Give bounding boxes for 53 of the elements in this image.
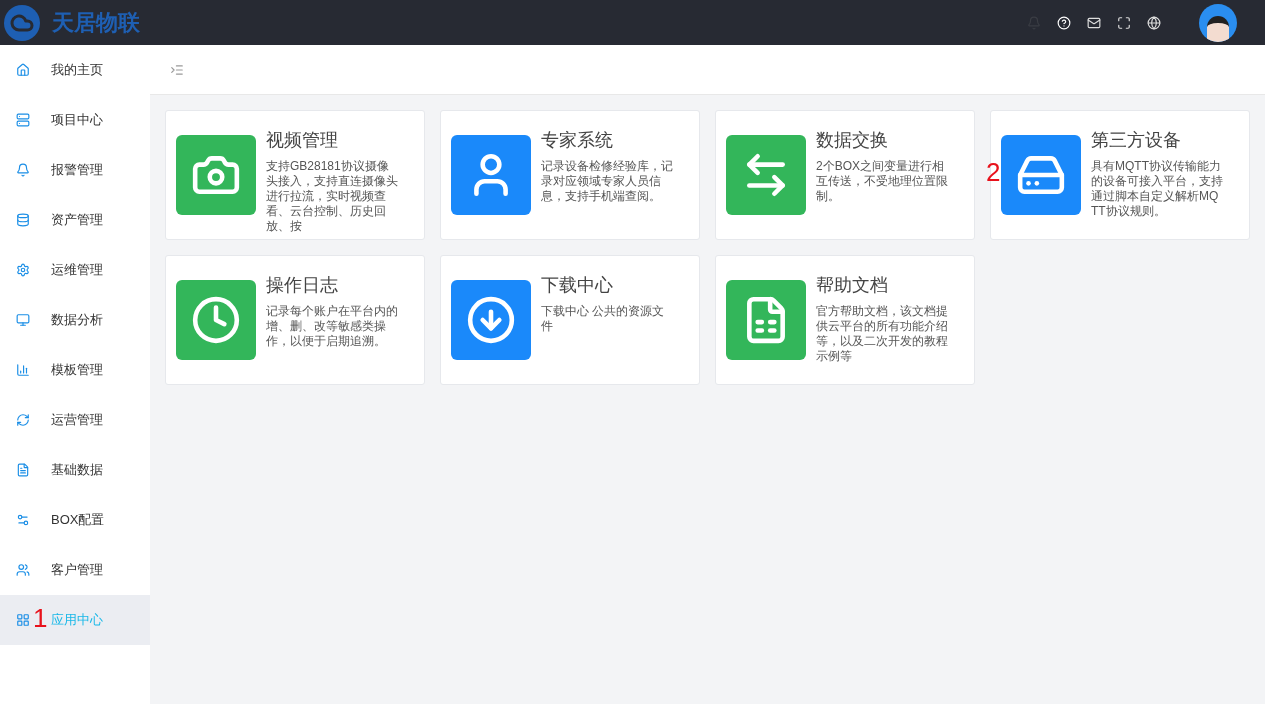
bell-icon	[16, 163, 30, 177]
monitor-icon	[16, 313, 30, 327]
logo-icon	[4, 4, 40, 41]
help-icon[interactable]	[1057, 15, 1071, 30]
app-card[interactable]: 数据交换 2个BOX之间变量进行相互传送，不受地理位置限制。	[715, 110, 975, 240]
app-card[interactable]: 帮助文档 官方帮助文档，该文档提供云平台的所有功能介绍等，以及二次开发的教程示例等	[715, 255, 975, 385]
app-description: 支持GB28181协议摄像头接入，支持直连摄像头进行拉流，实时视频查看、云台控制、历史回放、按	[266, 159, 399, 234]
sidebar-item[interactable]: 运营管理	[0, 395, 150, 445]
users-icon	[16, 563, 30, 577]
globe-icon[interactable]	[1147, 15, 1161, 30]
sidebar-item[interactable]: 客户管理	[0, 545, 150, 595]
fullscreen-icon[interactable]	[1117, 15, 1131, 30]
app-title: 帮助文档	[816, 274, 889, 296]
mail-icon[interactable]	[1087, 15, 1101, 30]
app-description: 2个BOX之间变量进行相互传送，不受地理位置限制。	[816, 159, 949, 204]
sidebar-item[interactable]: 报警管理	[0, 145, 150, 195]
app-title: 专家系统	[541, 129, 614, 151]
app-description: 官方帮助文档，该文档提供云平台的所有功能介绍等，以及二次开发的教程示例等	[816, 304, 949, 364]
settings-icon	[16, 513, 30, 527]
app-title: 视频管理	[266, 129, 339, 151]
app-description: 具有MQTT协议传输能力的设备可接入平台，支持通过脚本自定义解析MQTT协议规则。	[1091, 159, 1224, 219]
server-icon	[16, 113, 30, 127]
app-description: 下载中心 公共的资源文件	[541, 304, 666, 334]
gear-icon	[16, 263, 30, 277]
app-card[interactable]: 视频管理 支持GB28181协议摄像头接入，支持直连摄像头进行拉流，实时视频查看、云台控制、历史回放、按	[165, 110, 425, 240]
sidebar-item[interactable]: 模板管理	[0, 345, 150, 395]
grid-icon	[16, 613, 30, 627]
logo-text: 天居物联	[52, 9, 140, 37]
sidebar-item[interactable]: 基础数据	[0, 445, 150, 495]
clock-icon	[191, 295, 241, 345]
refresh-icon	[16, 413, 30, 427]
app-card[interactable]: 操作日志 记录每个账户在平台内的增、删、改等敏感类操作，以便于启期追溯。	[165, 255, 425, 385]
app-description: 记录每个账户在平台内的增、删、改等敏感类操作，以便于启期追溯。	[266, 304, 399, 349]
sidebar-item[interactable]: BOX配置	[0, 495, 150, 545]
app-description: 记录设备检修经验库，记录对应领域专家人员信息，支持手机端查阅。	[541, 159, 674, 204]
sidebar-item[interactable]: 我的主页	[0, 45, 150, 95]
sidebar-item[interactable]: 运维管理	[0, 245, 150, 295]
download-icon	[466, 295, 516, 345]
app-title: 第三方设备	[1091, 129, 1182, 151]
bar-chart-icon	[16, 363, 30, 377]
app-title: 数据交换	[816, 129, 889, 151]
app-card[interactable]: 下载中心 下载中心 公共的资源文件	[440, 255, 700, 385]
app-card[interactable]: 专家系统 记录设备检修经验库，记录对应领域专家人员信息，支持手机端查阅。	[440, 110, 700, 240]
home-icon	[16, 63, 30, 77]
app-title: 下载中心	[541, 274, 614, 296]
sidebar-item[interactable]: 资产管理	[0, 195, 150, 245]
database-icon	[16, 213, 30, 227]
document-icon	[16, 463, 30, 477]
avatar[interactable]	[1199, 3, 1237, 42]
annotation-number: 1	[33, 603, 48, 633]
sidebar-item[interactable]: 数据分析	[0, 295, 150, 345]
sidebar-item[interactable]: 项目中心	[0, 95, 150, 145]
app-title: 操作日志	[266, 274, 339, 296]
